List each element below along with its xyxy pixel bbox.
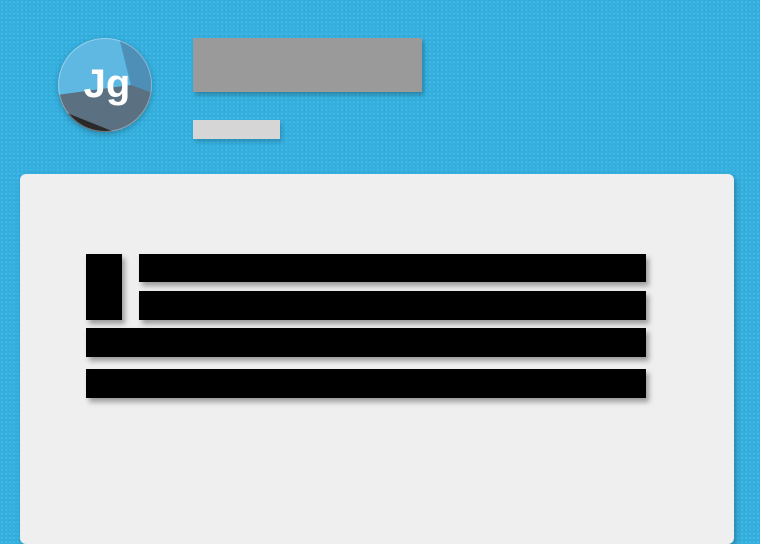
redacted-text-line-4 <box>86 369 646 398</box>
jg-logo-icon: Jg <box>57 37 153 133</box>
page-subtitle <box>193 120 280 139</box>
content-card <box>20 174 734 544</box>
redacted-text-line-2 <box>139 291 646 320</box>
page-title <box>193 38 422 92</box>
avatar-letters: Jg <box>84 62 131 106</box>
redacted-glyph-block <box>86 254 122 320</box>
redacted-text-line-1 <box>139 254 646 282</box>
redacted-text-line-3 <box>86 328 646 357</box>
